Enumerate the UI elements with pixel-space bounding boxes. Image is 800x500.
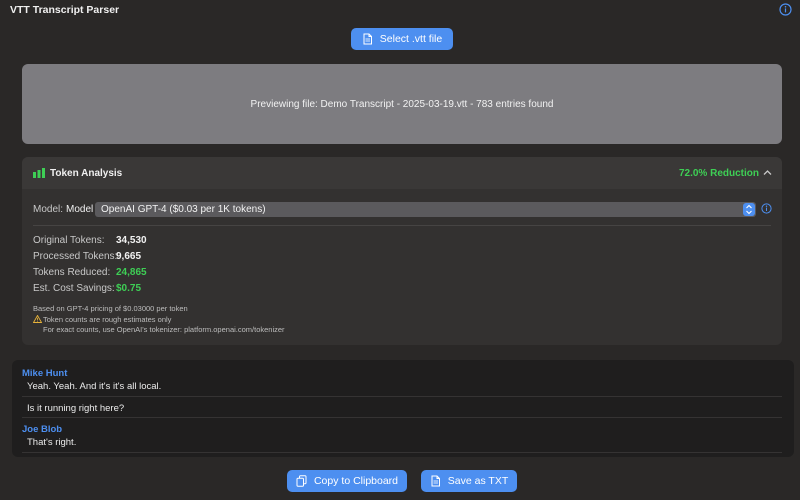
model-select[interactable]: OpenAI GPT-4 ($0.03 per 1K tokens): [95, 202, 756, 217]
model-label: Model:: [33, 204, 64, 215]
model-info-icon[interactable]: [761, 203, 772, 214]
token-analysis-panel: Token Analysis 72.0% Reduction Model: Mo…: [22, 157, 782, 345]
original-tokens-label: Original Tokens:: [33, 235, 105, 246]
copy-icon: [296, 475, 307, 487]
file-preview-area: Previewing file: Demo Transcript - 2025-…: [22, 64, 782, 144]
save-as-txt-button[interactable]: Save as TXT: [421, 470, 517, 492]
preview-message: Previewing file: Demo Transcript - 2025-…: [250, 98, 554, 110]
info-icon[interactable]: [779, 3, 792, 16]
row-divider: [22, 396, 782, 397]
tokens-reduced-label: Tokens Reduced:: [33, 267, 111, 278]
warning-line-2: For exact counts, use OpenAI's tokenizer…: [43, 325, 285, 334]
transcript-line: Is it running right here?: [27, 403, 125, 414]
model-picker-label: Model: [66, 204, 94, 215]
pricing-note: Based on GPT-4 pricing of $0.03000 per t…: [33, 304, 188, 313]
row-divider: [22, 417, 782, 418]
save-as-txt-label: Save as TXT: [447, 475, 509, 487]
speaker-name: Mike Hunt: [22, 368, 68, 379]
warning-icon: [33, 315, 42, 323]
tokens-reduced-value: 24,865: [116, 267, 147, 278]
copy-to-clipboard-button[interactable]: Copy to Clipboard: [287, 470, 407, 492]
select-vtt-file-button[interactable]: Select .vtt file: [351, 28, 453, 50]
document-icon: [363, 33, 372, 45]
bar-chart-icon: [33, 168, 45, 178]
copy-to-clipboard-label: Copy to Clipboard: [313, 475, 399, 487]
reduction-percentage: 72.0% Reduction: [678, 168, 759, 179]
chevron-up-icon[interactable]: [763, 169, 772, 176]
select-vtt-file-label: Select .vtt file: [379, 33, 443, 45]
cost-savings-label: Est. Cost Savings:: [33, 283, 115, 294]
original-tokens-value: 34,530: [116, 235, 147, 246]
transcript-line: Yeah. Yeah. And it's it's all local.: [27, 381, 162, 392]
processed-tokens-label: Processed Tokens:: [33, 251, 118, 262]
token-analysis-title: Token Analysis: [50, 168, 123, 179]
select-arrows-icon[interactable]: [743, 203, 755, 216]
processed-tokens-value: 9,665: [116, 251, 142, 262]
transcript-list[interactable]: Mike Hunt Yeah. Yeah. And it's it's all …: [12, 360, 794, 457]
warning-line-1: Token counts are rough estimates only: [43, 315, 172, 324]
token-analysis-header[interactable]: Token Analysis 72.0% Reduction: [22, 157, 782, 189]
row-divider: [22, 452, 782, 453]
model-select-value: OpenAI GPT-4 ($0.03 per 1K tokens): [101, 204, 266, 215]
speaker-name: Joe Blob: [22, 424, 63, 435]
title-bar: VTT Transcript Parser: [0, 0, 800, 20]
cost-savings-value: $0.75: [116, 283, 142, 294]
document-icon: [431, 475, 440, 487]
divider: [33, 225, 771, 226]
transcript-line: That's right.: [27, 437, 77, 448]
app-title: VTT Transcript Parser: [10, 4, 120, 16]
